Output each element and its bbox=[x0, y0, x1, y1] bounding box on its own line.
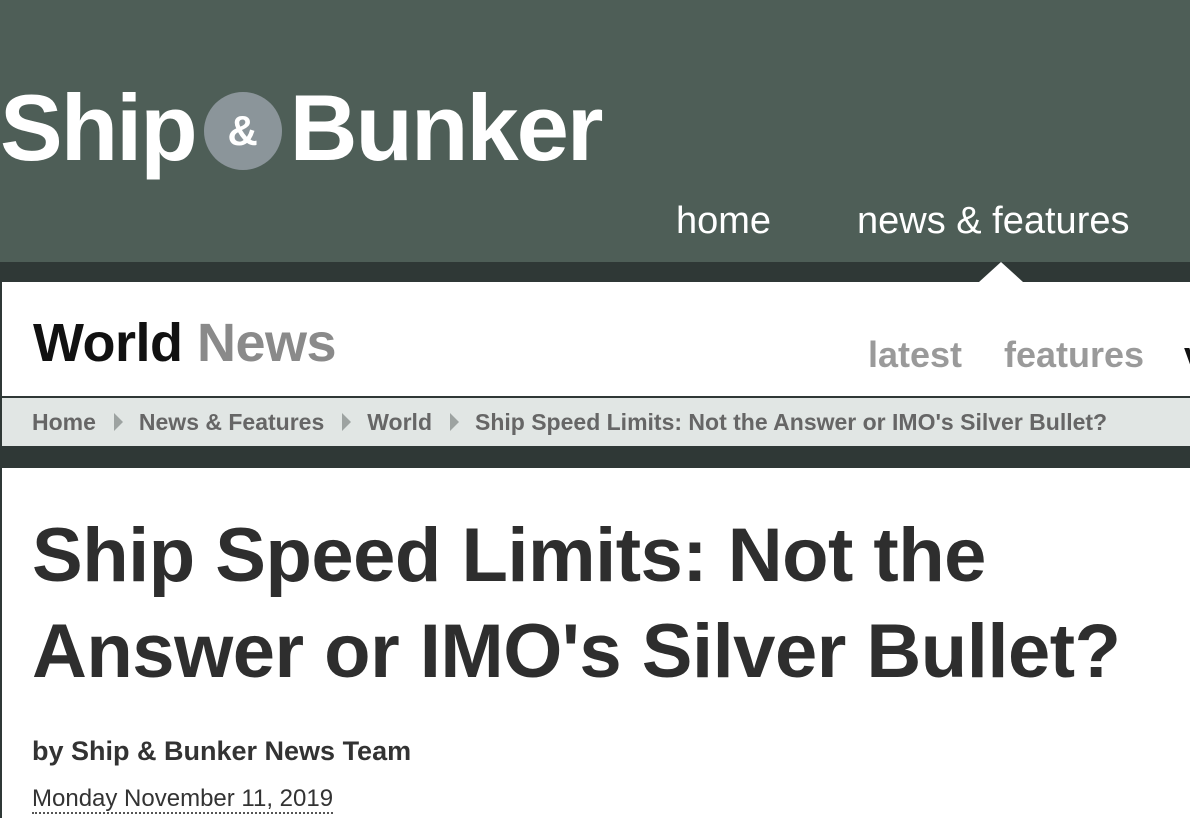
section-title: World News bbox=[33, 312, 337, 374]
nav-news-features-link[interactable]: news & features bbox=[857, 200, 1129, 243]
article-date: Monday November 11, 2019 bbox=[32, 785, 334, 814]
subnav-features-link[interactable]: features bbox=[1004, 334, 1144, 376]
breadcrumb-arrow-icon bbox=[450, 413, 459, 431]
site-header: Ship & Bunker home news & features bbox=[0, 0, 1190, 262]
subnav-latest-link[interactable]: latest bbox=[868, 334, 962, 376]
breadcrumb-current-article: Ship Speed Limits: Not the Answer or IMO… bbox=[475, 408, 1108, 435]
article-title: Ship Speed Limits: Not the Answer or IMO… bbox=[32, 513, 1121, 694]
nav-home-link[interactable]: home bbox=[676, 200, 771, 243]
subnav-partial-link[interactable]: v bbox=[1184, 334, 1190, 376]
article: Ship Speed Limits: Not the Answer or IMO… bbox=[2, 468, 1190, 818]
logo-ampersand-circle: & bbox=[203, 92, 282, 170]
logo-text-bunker: Bunker bbox=[289, 75, 604, 180]
breadcrumb: Home News & Features World Ship Speed Li… bbox=[2, 398, 1190, 446]
breadcrumb-arrow-icon bbox=[342, 413, 352, 431]
logo-text-ship: Ship bbox=[0, 75, 198, 180]
section-title-main: World bbox=[33, 313, 183, 373]
breadcrumb-world[interactable]: World bbox=[367, 409, 432, 436]
breadcrumb-arrow-icon bbox=[113, 413, 123, 431]
site-logo[interactable]: Ship & Bunker bbox=[0, 68, 604, 188]
section-header: World News latest features v bbox=[2, 282, 1190, 398]
main-nav: home news & features bbox=[0, 200, 1190, 250]
breadcrumb-home[interactable]: Home bbox=[32, 409, 96, 436]
section-title-accent: News bbox=[197, 313, 337, 373]
article-byline: by Ship & Bunker News Team bbox=[32, 736, 412, 766]
active-nav-pointer bbox=[979, 262, 1023, 282]
breadcrumb-news-features[interactable]: News & Features bbox=[139, 409, 324, 436]
